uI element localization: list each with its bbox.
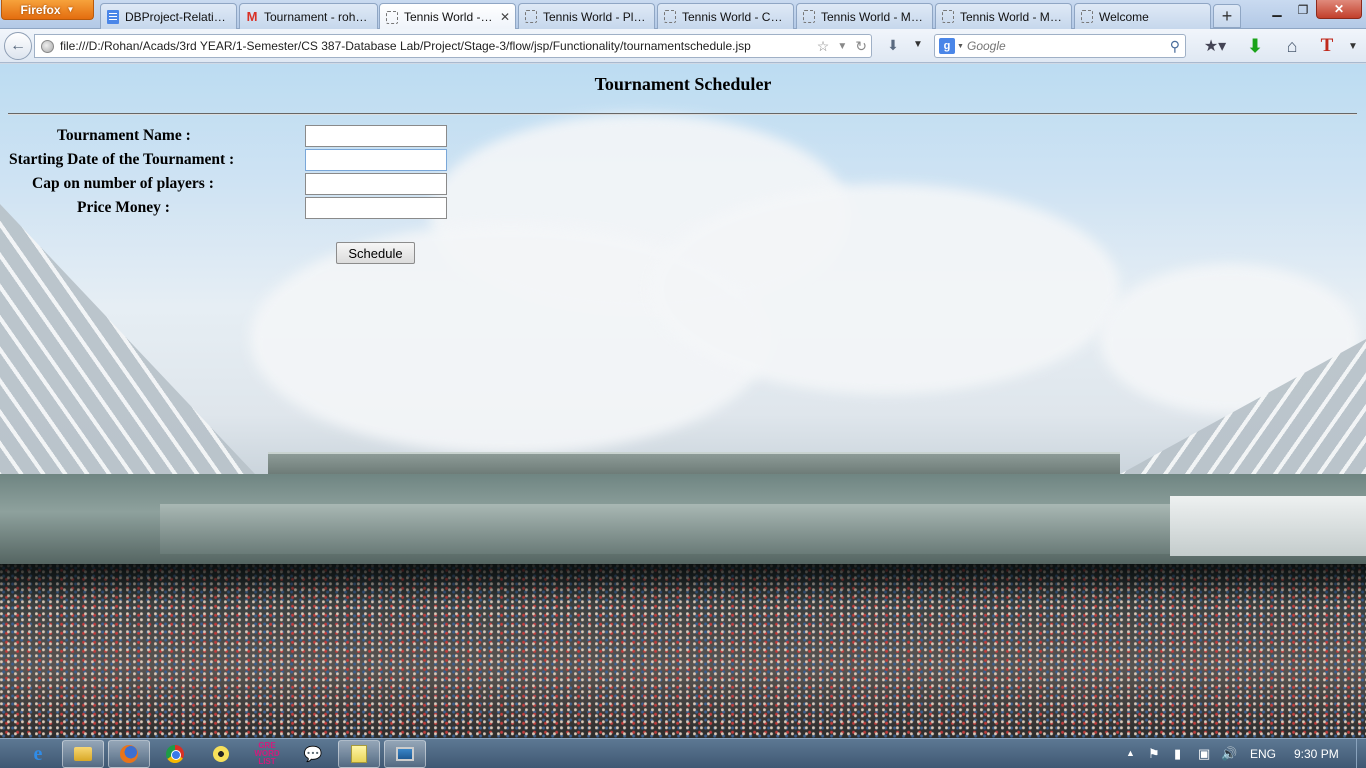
t-addon-icon[interactable]: T: [1316, 35, 1338, 57]
tab-tennis-world-scheduler[interactable]: Tennis World - S... ✕: [379, 3, 516, 30]
chevron-down-icon: ▼: [66, 5, 75, 14]
blank-page-icon: [385, 10, 399, 24]
stadium-roof-center: [268, 452, 1120, 474]
eye-app-icon[interactable]: [200, 740, 242, 768]
tab-welcome[interactable]: Welcome: [1074, 3, 1211, 29]
back-arrow-icon: ←: [10, 37, 26, 54]
file-explorer-icon[interactable]: [62, 740, 104, 768]
home-icon[interactable]: ⌂: [1280, 35, 1304, 57]
sticky-notes-icon[interactable]: [338, 740, 380, 768]
chevron-down-icon: ▼: [957, 42, 964, 50]
network-icon[interactable]: ▣: [1198, 746, 1210, 762]
gre-wordlist-icon[interactable]: GRE WORD LIST: [246, 740, 288, 768]
restore-icon: ❐: [1297, 2, 1309, 17]
blank-page-icon: [663, 10, 677, 24]
tray-expand-icon[interactable]: ▲: [1126, 748, 1135, 758]
close-window-button[interactable]: ✕: [1316, 0, 1362, 19]
blank-page-icon: [1080, 10, 1094, 24]
internet-explorer-icon[interactable]: e: [17, 740, 59, 768]
price-money-label: Price Money :: [77, 199, 170, 216]
docs-icon: [106, 9, 120, 24]
stadium-glass-band: [160, 504, 1170, 554]
tab-tennis-world-ma-2[interactable]: Tennis World - Ma...: [935, 3, 1072, 29]
player-cap-input[interactable]: [305, 173, 447, 195]
page-content: Tournament Scheduler Tournament Name : S…: [0, 64, 1366, 738]
new-tab-button[interactable]: +: [1213, 4, 1241, 28]
firefox-menu-button[interactable]: Firefox ▼: [1, 0, 94, 20]
green-download-icon[interactable]: ⬇: [1244, 35, 1266, 57]
stadium-facade-right: [1170, 496, 1366, 556]
title-divider: [8, 113, 1357, 115]
globe-icon: [41, 39, 54, 53]
close-icon: ✕: [1333, 2, 1345, 16]
gmail-icon: M: [246, 9, 258, 24]
blank-page-icon: [802, 10, 816, 24]
cloud: [650, 184, 1120, 394]
minimize-icon: ▁: [1272, 2, 1282, 17]
history-dropdown-icon[interactable]: ▼: [837, 38, 847, 56]
remote-desktop-icon[interactable]: [384, 740, 426, 768]
back-button[interactable]: ←: [4, 32, 32, 60]
input-language[interactable]: ENG: [1250, 747, 1276, 761]
reload-icon[interactable]: ↻: [855, 38, 867, 56]
page-title: Tournament Scheduler: [594, 74, 772, 94]
search-input[interactable]: [967, 39, 1157, 53]
volume-icon[interactable]: 🔊: [1221, 746, 1237, 762]
show-desktop-button[interactable]: [1356, 739, 1366, 768]
plus-icon: +: [1221, 5, 1233, 26]
download-icon[interactable]: ⬇: [883, 37, 903, 55]
search-engine-selector[interactable]: g ▼: [939, 38, 967, 54]
chevron-down-icon[interactable]: ▼: [911, 39, 925, 53]
tournament-name-label: Tournament Name :: [57, 127, 191, 144]
tab-dbproject[interactable]: DBProject-Relation...: [100, 3, 237, 29]
chat-bubble-icon[interactable]: 💬: [292, 740, 334, 768]
blank-page-icon: [524, 10, 538, 24]
battery-icon[interactable]: ▮: [1174, 746, 1181, 762]
system-clock[interactable]: 9:30 PM: [1294, 747, 1339, 761]
schedule-button[interactable]: Schedule: [336, 242, 415, 264]
search-icon[interactable]: ⚲: [1170, 38, 1180, 55]
minimize-button[interactable]: ▁: [1264, 0, 1290, 19]
firefox-icon[interactable]: [108, 740, 150, 768]
tab-gmail-tournament[interactable]: M Tournament - roha...: [239, 3, 378, 29]
restore-button[interactable]: ❐: [1290, 0, 1316, 19]
tab-tennis-world-coaches[interactable]: Tennis World - Coa...: [657, 3, 794, 29]
tab-tennis-world-players[interactable]: Tennis World - Play...: [518, 3, 655, 29]
bookmark-star-icon[interactable]: ☆: [817, 38, 830, 56]
price-money-input[interactable]: [305, 197, 447, 219]
blank-page-icon: [941, 10, 955, 24]
url-text: file:///D:/Rohan/Acads/3rd YEAR/1-Semest…: [60, 39, 751, 53]
chrome-icon[interactable]: [154, 740, 196, 768]
flag-icon[interactable]: ⚑: [1148, 746, 1160, 762]
navigation-toolbar: ← file:///D:/Rohan/Acads/3rd YEAR/1-Seme…: [0, 29, 1366, 63]
player-cap-label: Cap on number of players :: [32, 175, 214, 192]
windows-taskbar: e GRE WORD LIST 💬 ▲ ⚑ ▮ ▣ 🔊 ENG 9:30 PM: [0, 738, 1366, 768]
tab-strip: Firefox ▼ DBProject-Relation... M Tourna…: [0, 0, 1366, 30]
tab-tennis-world-ma-1[interactable]: Tennis World - Ma...: [796, 3, 933, 29]
chevron-down-icon[interactable]: ▼: [1346, 35, 1360, 57]
start-date-input[interactable]: [305, 149, 447, 171]
stadium-shadow: [0, 564, 1366, 604]
start-date-label: Starting Date of the Tournament :: [9, 151, 235, 168]
tournament-name-input[interactable]: [305, 125, 447, 147]
search-bar[interactable]: g ▼ ⚲: [934, 34, 1186, 58]
bookmarks-menu-icon[interactable]: ★▾: [1198, 35, 1232, 57]
url-bar[interactable]: file:///D:/Rohan/Acads/3rd YEAR/1-Semest…: [34, 34, 872, 58]
close-tab-icon[interactable]: ✕: [500, 10, 510, 24]
google-icon: g: [939, 38, 955, 54]
